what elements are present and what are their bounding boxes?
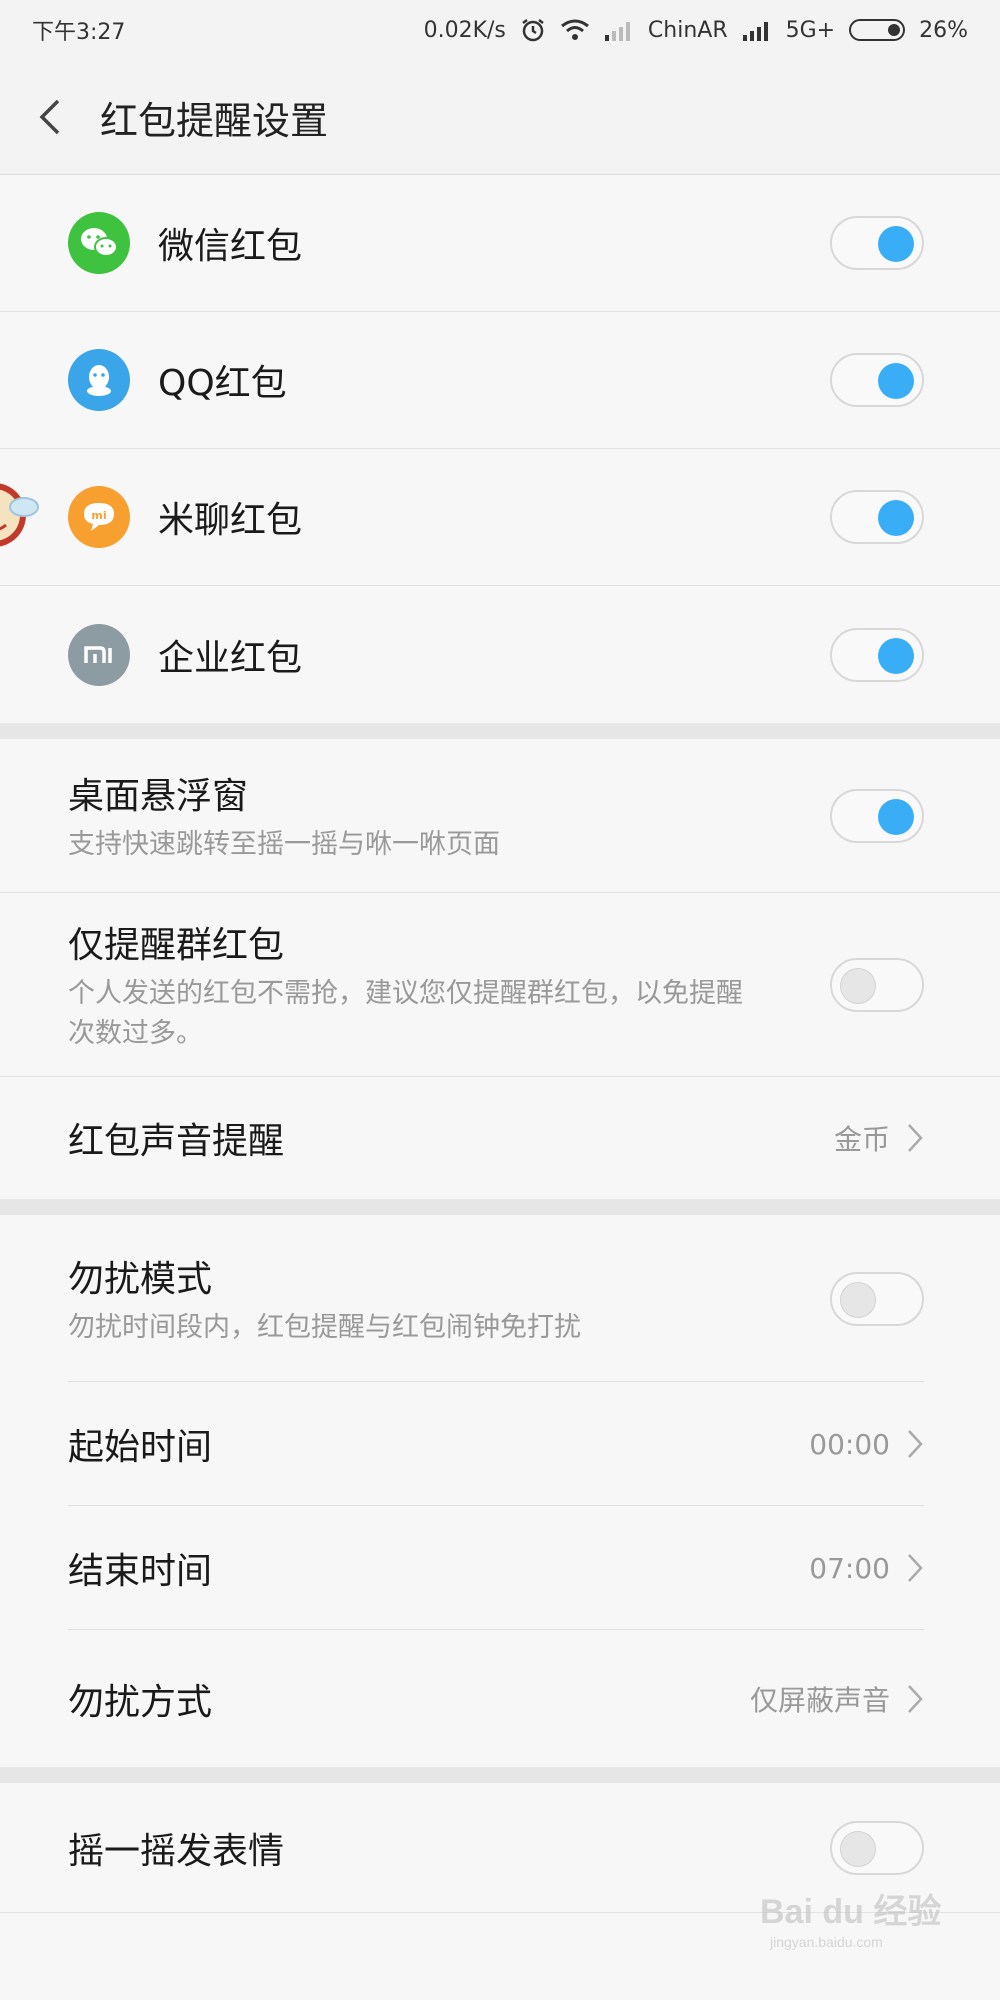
chevron-right-icon: [906, 1122, 924, 1154]
list-item-label: 企业红包: [158, 637, 303, 679]
app-list: 微信红包 QQ红包 mi 米聊红包 企业红包: [0, 175, 1000, 723]
baidu-watermark: Bai du 经验 jingyan.baidu.com: [760, 1885, 960, 1955]
floating-window-toggle[interactable]: [830, 788, 924, 843]
header: 红包提醒设置: [0, 60, 1000, 175]
floating-window-row[interactable]: 桌面悬浮窗 支持快速跳转至摇一摇与咻一咻页面: [0, 739, 1000, 893]
battery-percent: 26%: [919, 17, 968, 43]
dnd-method-value: 仅屏蔽声音: [749, 1683, 890, 1717]
chevron-right-icon: [906, 1552, 924, 1584]
section-divider: [0, 723, 1000, 739]
dnd-mode-desc: 勿扰时间段内，红包提醒与红包闹钟免打扰: [68, 1311, 581, 1343]
miliao-toggle[interactable]: [830, 490, 924, 544]
sound-reminder-label: 红包声音提醒: [68, 1121, 285, 1162]
list-item-miliao[interactable]: mi 米聊红包: [0, 449, 1000, 586]
signal-full-icon: [742, 19, 772, 41]
qq-toggle[interactable]: [830, 353, 924, 407]
section-divider: [0, 1199, 1000, 1215]
dnd-mode-row[interactable]: 勿扰模式 勿扰时间段内，红包提醒与红包闹钟免打扰: [0, 1215, 1000, 1382]
sound-reminder-row[interactable]: 红包声音提醒 金币: [0, 1077, 1000, 1199]
sound-reminder-value: 金币: [833, 1123, 890, 1156]
watermark-text: Bai du 经验: [760, 1892, 941, 1931]
battery-icon: [849, 19, 906, 41]
group-only-desc: 个人发送的红包不需抢，建议您仅提醒群红包，以免提醒次数过多。: [68, 977, 743, 1049]
chevron-right-icon: [906, 1683, 924, 1715]
signal-weak-icon: [604, 19, 634, 41]
wechat-icon: [68, 212, 130, 274]
dnd-start-value: 00:00: [809, 1427, 890, 1461]
dnd-end-value: 07:00: [809, 1551, 890, 1585]
group-only-label: 仅提醒群红包: [68, 924, 285, 966]
status-indicators: 0.02K/s ChinAR 5G+ 26%: [424, 17, 968, 43]
mi-icon: [68, 623, 130, 686]
page-title: 红包提醒设置: [100, 98, 329, 143]
shake-emoji-toggle[interactable]: [830, 1820, 924, 1875]
enterprise-toggle[interactable]: [830, 627, 924, 682]
dnd-start-label: 起始时间: [68, 1427, 213, 1468]
dnd-section: 勿扰模式 勿扰时间段内，红包提醒与红包闹钟免打扰 起始时间 00:00 结束时间…: [0, 1215, 1000, 1767]
dnd-mode-toggle[interactable]: [830, 1271, 924, 1326]
group-only-row[interactable]: 仅提醒群红包 个人发送的红包不需抢，建议您仅提醒群红包，以免提醒次数过多。: [0, 893, 1000, 1077]
status-time: 下午3:27: [32, 20, 126, 45]
list-item-label: 微信红包: [158, 226, 303, 267]
carrier-name: ChinAR: [647, 17, 728, 43]
dnd-start-row[interactable]: 起始时间 00:00: [0, 1382, 1000, 1506]
alarm-icon: [520, 17, 546, 43]
qq-icon: [68, 349, 130, 411]
list-item-wechat[interactable]: 微信红包: [0, 175, 1000, 312]
list-item-label: 米聊红包: [158, 500, 303, 541]
section-divider: [0, 1767, 1000, 1783]
floating-window-desc: 支持快速跳转至摇一摇与咻一咻页面: [68, 828, 500, 860]
wechat-toggle[interactable]: [830, 216, 924, 270]
shake-emoji-label: 摇一摇发表情: [68, 1830, 285, 1872]
svg-text:mi: mi: [91, 509, 106, 522]
status-bar: 下午3:27 0.02K/s ChinAR 5G+ 26%: [0, 0, 1000, 60]
group-only-toggle[interactable]: [830, 957, 924, 1012]
dnd-method-row[interactable]: 勿扰方式 仅屏蔽声音: [0, 1630, 1000, 1767]
network-type: 5G+: [785, 17, 836, 43]
list-item-qq[interactable]: QQ红包: [0, 312, 1000, 449]
network-speed: 0.02K/s: [423, 17, 506, 43]
floating-mascot-icon[interactable]: [0, 455, 48, 575]
dnd-end-row[interactable]: 结束时间 07:00: [0, 1506, 1000, 1630]
settings-section: 桌面悬浮窗 支持快速跳转至摇一摇与咻一咻页面 仅提醒群红包 个人发送的红包不需抢…: [0, 739, 1000, 1199]
list-item-label: QQ红包: [158, 363, 287, 404]
miliao-icon: mi: [68, 486, 130, 548]
back-button[interactable]: [0, 60, 100, 175]
watermark-sub: jingyan.baidu.com: [769, 1934, 883, 1950]
list-item-enterprise[interactable]: 企业红包: [0, 586, 1000, 723]
wifi-icon: [560, 18, 590, 42]
dnd-mode-label: 勿扰模式: [68, 1258, 213, 1300]
chevron-right-icon: [906, 1428, 924, 1460]
dnd-method-label: 勿扰方式: [68, 1681, 213, 1723]
floating-window-label: 桌面悬浮窗: [68, 775, 249, 817]
chevron-left-icon: [39, 99, 60, 135]
dnd-end-label: 结束时间: [68, 1551, 213, 1592]
